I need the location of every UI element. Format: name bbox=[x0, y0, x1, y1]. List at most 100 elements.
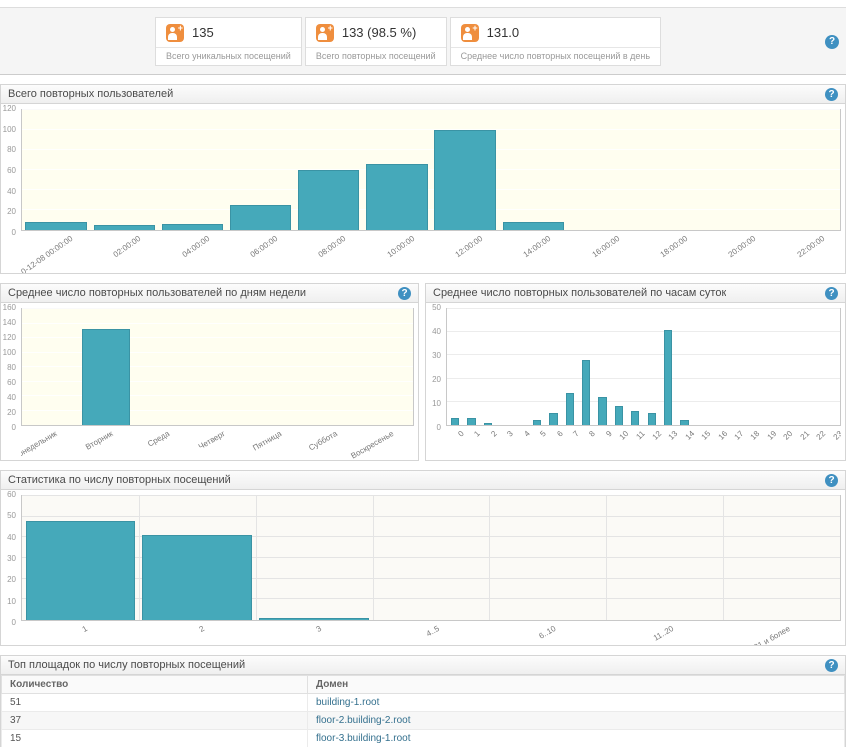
bar bbox=[582, 360, 590, 425]
y-tick-label: 0 bbox=[12, 619, 16, 627]
x-tick-label: Среда bbox=[146, 429, 171, 449]
bar-slot bbox=[693, 309, 709, 425]
bar-slot bbox=[134, 309, 190, 425]
kpi-label: Всего уникальных посещений bbox=[156, 47, 301, 65]
domain-cell[interactable]: floor-3.building-1.root bbox=[308, 730, 845, 747]
bar-slot bbox=[190, 309, 246, 425]
bar-slot bbox=[22, 110, 90, 230]
bar bbox=[298, 170, 359, 230]
bar-slot bbox=[791, 309, 807, 425]
bar-slot bbox=[245, 309, 301, 425]
y-tick-label: 10 bbox=[7, 598, 16, 606]
kpi-value: 133 (98.5 %) bbox=[342, 25, 416, 40]
bar bbox=[680, 420, 688, 425]
bar-slot bbox=[611, 309, 627, 425]
bar-slot bbox=[513, 309, 529, 425]
bar bbox=[549, 413, 557, 425]
x-tick-label: Пятница bbox=[251, 429, 283, 453]
help-icon[interactable]: ? bbox=[825, 35, 839, 49]
bar bbox=[82, 329, 129, 425]
bar-slot bbox=[627, 309, 643, 425]
bar bbox=[467, 418, 475, 425]
y-tick-label: 60 bbox=[7, 167, 16, 175]
x-tick-label: 2 bbox=[198, 624, 206, 634]
y-tick-label: 0 bbox=[437, 424, 441, 432]
bar-slot bbox=[606, 496, 723, 620]
help-icon[interactable]: ? bbox=[825, 287, 838, 300]
x-tick-label: 10:00:00 bbox=[385, 234, 416, 259]
panel-header: Среднее число повторных пользователей по… bbox=[1, 284, 418, 303]
bar bbox=[484, 423, 492, 425]
help-icon[interactable]: ? bbox=[398, 287, 411, 300]
panel-visit-count-stats: Статистика по числу повторных посещений … bbox=[0, 470, 846, 646]
bar-slot bbox=[562, 309, 578, 425]
bar bbox=[230, 205, 291, 230]
y-tick-label: 20 bbox=[7, 409, 16, 417]
help-icon[interactable]: ? bbox=[825, 474, 838, 487]
kpi-card-avg-repeat-per-day: + 131.0 Среднее число повторных посещени… bbox=[450, 17, 661, 66]
column-header-domain[interactable]: Домен bbox=[308, 676, 845, 694]
x-axis: 01234567891011121314151617181920212223 bbox=[446, 426, 841, 460]
kpi-value: 131.0 bbox=[487, 25, 520, 40]
bar-slot bbox=[256, 496, 373, 620]
bar-slot bbox=[725, 309, 741, 425]
y-tick-label: 100 bbox=[3, 349, 16, 357]
bar bbox=[366, 164, 427, 230]
x-tick-label: 2020-12-08 00:00:00 bbox=[21, 234, 74, 273]
y-tick-label: 120 bbox=[3, 334, 16, 342]
user-add-icon: + bbox=[166, 24, 184, 42]
count-cell: 51 bbox=[2, 694, 308, 712]
y-tick-label: 40 bbox=[7, 188, 16, 196]
kpi-card-repeat-visits: + 133 (98.5 %) Всего повторных посещений bbox=[305, 17, 447, 66]
bar bbox=[162, 224, 223, 230]
kpi-label: Среднее число повторных посещений в день bbox=[451, 47, 660, 65]
domain-cell[interactable]: floor-2.building-2.root bbox=[308, 712, 845, 730]
bar-slot bbox=[529, 309, 545, 425]
top-table-body: 51building-1.root37floor-2.building-2.ro… bbox=[2, 694, 845, 747]
bar-slot bbox=[431, 110, 499, 230]
panel-header: Среднее число повторных пользователей по… bbox=[426, 284, 845, 303]
y-tick-label: 60 bbox=[7, 491, 16, 499]
column-header-count[interactable]: Количество bbox=[2, 676, 308, 694]
bar-slot bbox=[489, 496, 606, 620]
panel-top-sites: Топ площадок по числу повторных посещени… bbox=[0, 655, 846, 747]
count-cell: 15 bbox=[2, 730, 308, 747]
panel-header: Всего повторных пользователей ? bbox=[1, 85, 845, 104]
x-axis: 2020-12-08 00:00:0002:00:0004:00:0006:00… bbox=[21, 231, 841, 273]
y-tick-label: 50 bbox=[432, 304, 441, 312]
bar-slot bbox=[578, 309, 594, 425]
user-add-icon: + bbox=[461, 24, 479, 42]
bar-slot bbox=[758, 309, 774, 425]
x-tick-label: 08:00:00 bbox=[317, 234, 348, 259]
bar-slot bbox=[447, 309, 463, 425]
chart-by-weekday: 020406080100120140160 ПонедельникВторник… bbox=[1, 303, 418, 460]
domain-cell[interactable]: building-1.root bbox=[308, 694, 845, 712]
bar-slot bbox=[567, 110, 635, 230]
panel-title: Среднее число повторных пользователей по… bbox=[433, 287, 726, 299]
bar-slot bbox=[545, 309, 561, 425]
panel-header: Топ площадок по числу повторных посещени… bbox=[1, 656, 845, 675]
kpi-label: Всего повторных посещений bbox=[306, 47, 446, 65]
plus-glyph: + bbox=[472, 24, 477, 33]
kpi-stats-bar: + 135 Всего уникальных посещений + 133 (… bbox=[0, 8, 846, 75]
help-icon[interactable]: ? bbox=[825, 659, 838, 672]
bar-slot bbox=[594, 309, 610, 425]
panel-title: Топ площадок по числу повторных посещени… bbox=[8, 659, 245, 671]
bar bbox=[142, 535, 252, 620]
help-icon[interactable]: ? bbox=[825, 88, 838, 101]
x-axis: ПонедельникВторникСредаЧетвергПятницаСуб… bbox=[21, 426, 414, 460]
bar bbox=[451, 418, 459, 425]
bar-slot bbox=[660, 309, 676, 425]
top-sites-table: Количество Домен 51building-1.root37floo… bbox=[1, 675, 845, 747]
panel-total-repeat-users: Всего повторных пользователей ? 02040608… bbox=[0, 84, 846, 274]
y-tick-label: 160 bbox=[3, 304, 16, 312]
y-tick-label: 30 bbox=[7, 555, 16, 563]
x-axis: 1234..56..1011..2021 и более bbox=[21, 621, 841, 645]
bar-slot bbox=[704, 110, 772, 230]
x-tick-label: Вторник bbox=[84, 429, 114, 452]
bar-slot bbox=[295, 110, 363, 230]
plot-area bbox=[21, 495, 841, 621]
y-tick-label: 80 bbox=[7, 146, 16, 154]
bar bbox=[434, 130, 495, 230]
y-tick-label: 100 bbox=[3, 126, 16, 134]
